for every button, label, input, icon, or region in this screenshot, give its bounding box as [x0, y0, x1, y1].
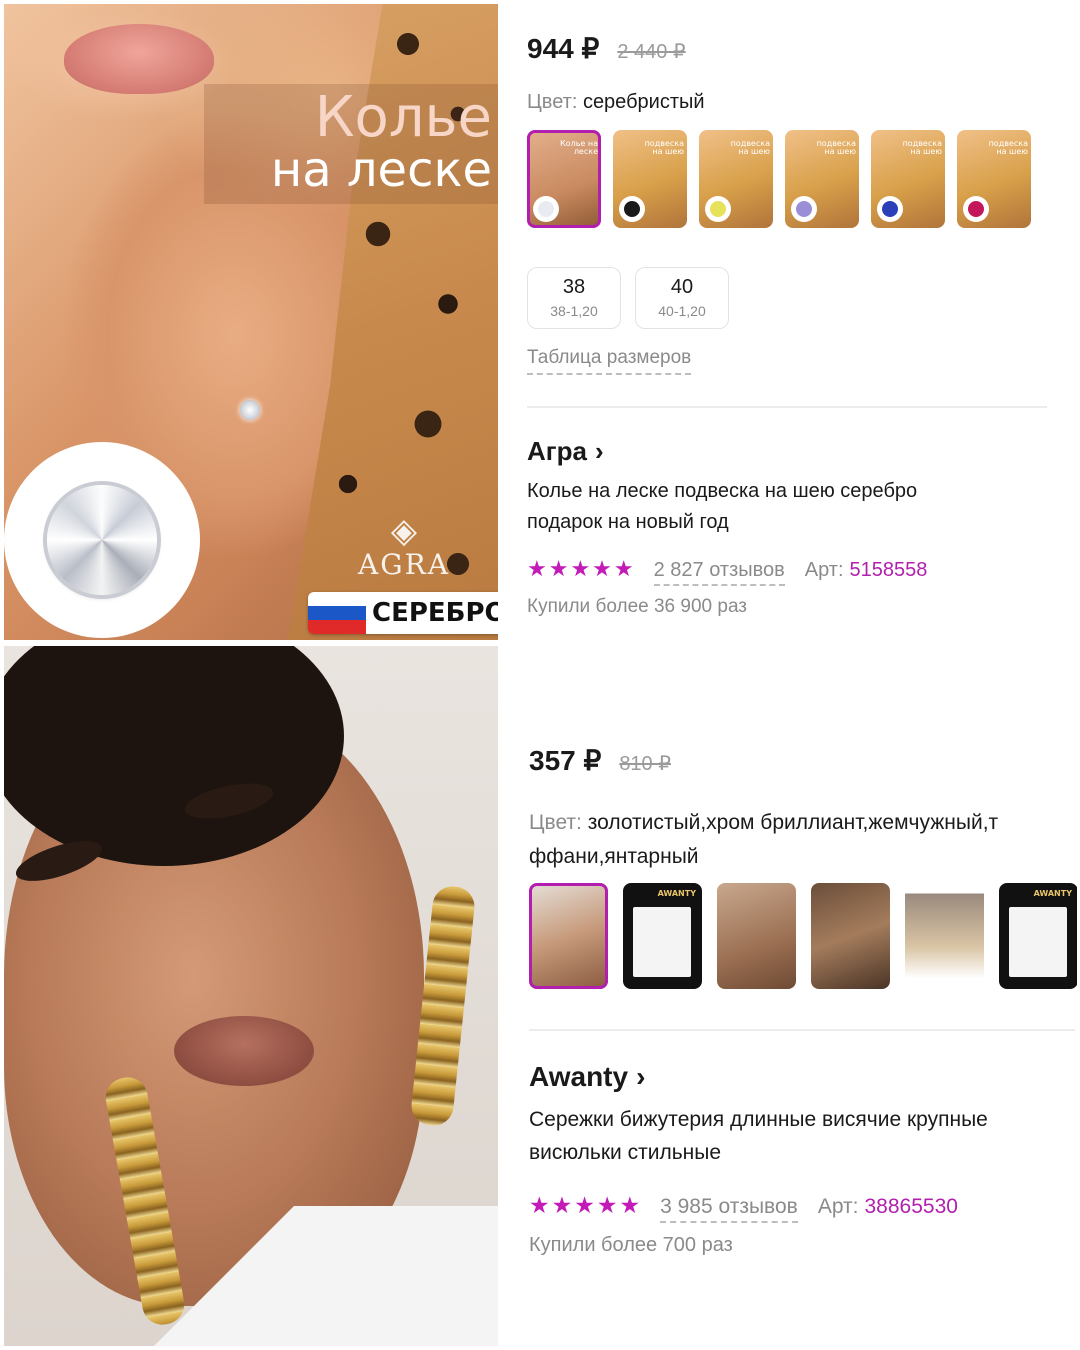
- size-sub: 40-1,20: [658, 303, 706, 319]
- variant-thumbnail[interactable]: [905, 883, 984, 989]
- reviews-link[interactable]: 2 827 отзывов: [653, 559, 785, 586]
- color-label: Цвет:: [529, 811, 582, 834]
- product2-purchase-count: Купили более 700 раз: [529, 1234, 733, 1256]
- title-line: Сережки бижутерия длинные висячие крупны…: [529, 1108, 988, 1131]
- price: 357 ₽: [529, 745, 602, 776]
- chevron-right-icon: ›: [636, 1061, 646, 1092]
- gem-icon: [619, 196, 645, 222]
- divider: [527, 406, 1047, 408]
- thumbnail-caption: подвеска на шею: [902, 139, 942, 156]
- model-lips: [174, 1016, 314, 1086]
- size-table-link[interactable]: Таблица размеров: [527, 347, 692, 375]
- article-number: 5158558: [849, 559, 928, 581]
- product1-brand-link[interactable]: Агра ›: [527, 436, 604, 467]
- rating-stars-icon: ★★★★★: [527, 556, 636, 581]
- product2-rating-row: ★★★★★ 3 985 отзывов Арт: 38865530: [529, 1192, 958, 1223]
- color-value: серебристый: [582, 91, 705, 113]
- variant-thumbnail[interactable]: AWANTY: [999, 883, 1077, 989]
- gem-icon: [533, 196, 559, 222]
- brand-name: Awanty: [529, 1061, 629, 1092]
- thumbnail-caption: подвеска на шею: [730, 139, 770, 156]
- variant-thumbnail[interactable]: подвеска на шею: [957, 130, 1031, 228]
- agra-logo-text: AGRA: [358, 548, 450, 581]
- silver-badge-text: СЕРЕБРО: [366, 592, 498, 634]
- color-value-cont: ффани,янтарный: [529, 844, 699, 868]
- product1-color-line: Цвет: серебристый: [527, 91, 705, 114]
- old-price: 810 ₽: [619, 753, 671, 775]
- thumbnail-caption: AWANTY: [657, 889, 696, 898]
- article-number: 38865530: [864, 1195, 958, 1218]
- size-sub: 38-1,20: [550, 303, 598, 319]
- gem-icon: [877, 196, 903, 222]
- variant-thumbnail[interactable]: подвеска на шею: [699, 130, 773, 228]
- price: 944 ₽: [527, 33, 600, 64]
- article-label: Арт:: [817, 1195, 859, 1218]
- thumbnail-caption: Колье на леске: [560, 139, 598, 156]
- rating-stars-icon: ★★★★★: [529, 1192, 643, 1218]
- earring-card: [633, 907, 691, 977]
- divider: [529, 1029, 1075, 1031]
- photo-title-line2: на леске: [270, 142, 492, 198]
- product-photo-necklace[interactable]: Колье на леске ◈ AGRA СЕРЕБРО: [4, 4, 498, 640]
- size-selector: 38 38-1,20 40 40-1,20: [527, 267, 729, 329]
- product-photo-earrings[interactable]: [4, 646, 498, 1346]
- title-line: висюльки стильные: [529, 1140, 722, 1164]
- russia-flag-icon: [308, 592, 366, 634]
- size-option-38[interactable]: 38 38-1,20: [527, 267, 621, 329]
- pendant-closeup: [4, 442, 200, 638]
- photo-title-line1: Колье: [314, 85, 492, 150]
- old-price: 2 440 ₽: [617, 41, 686, 63]
- size-main: 40: [670, 276, 694, 298]
- thumbnail-caption: подвеска на шею: [644, 139, 684, 156]
- variant-thumbnail[interactable]: подвеска на шею: [785, 130, 859, 228]
- product1-rating-row: ★★★★★ 2 827 отзывов Арт: 5158558: [527, 556, 927, 586]
- product2-color-line: Цвет: золотистый,хром бриллиант,жемчужны…: [529, 806, 998, 873]
- thumbnail-caption: подвеска на шею: [816, 139, 856, 156]
- article-label: Арт:: [804, 559, 844, 581]
- product2-variant-thumbnails: AWANTY AWANTY: [529, 883, 1077, 989]
- photo-title: Колье на леске: [270, 85, 492, 198]
- product2-brand-link[interactable]: Awanty ›: [529, 1061, 645, 1093]
- thumbnail-caption: подвеска на шею: [988, 139, 1028, 156]
- product1-price-row: 944 ₽ 2 440 ₽: [527, 32, 686, 65]
- brand-name: Агра: [527, 436, 587, 466]
- thumbnail-caption: AWANTY: [1033, 889, 1072, 898]
- variant-thumbnail[interactable]: подвеска на шею: [871, 130, 945, 228]
- title-line: подарок на новый год: [527, 511, 729, 533]
- variant-thumbnail[interactable]: подвеска на шею: [613, 130, 687, 228]
- color-label: Цвет:: [527, 91, 578, 113]
- variant-thumbnail[interactable]: [529, 883, 608, 989]
- gem-icon: [791, 196, 817, 222]
- variant-thumbnail[interactable]: AWANTY: [623, 883, 702, 989]
- product1-title: Колье на леске подвеска на шею серебро п…: [527, 476, 917, 538]
- product2-price-row: 357 ₽ 810 ₽: [529, 744, 671, 777]
- agra-logo-icon: ◈: [390, 512, 418, 550]
- chevron-right-icon: ›: [594, 436, 604, 466]
- agra-logo: ◈ AGRA: [344, 514, 464, 581]
- earring-card: [1009, 907, 1067, 977]
- product1-variant-thumbnails: Колье на леске подвеска на шею подвеска на…: [527, 130, 1047, 228]
- size-option-40[interactable]: 40 40-1,20: [635, 267, 729, 329]
- variant-thumbnail[interactable]: [717, 883, 796, 989]
- silver-badge: СЕРЕБРО: [308, 592, 498, 634]
- variant-thumbnail[interactable]: Колье на леске: [527, 130, 601, 228]
- crystal-icon: [47, 485, 157, 595]
- pendant-on-neck: [240, 400, 260, 420]
- color-value: золотистый,хром бриллиант,жемчужный,т: [587, 811, 999, 834]
- variant-thumbnail[interactable]: [811, 883, 890, 989]
- product2-title: Сережки бижутерия длинные висячие крупны…: [529, 1104, 988, 1169]
- reviews-link[interactable]: 3 985 отзывов: [660, 1195, 798, 1223]
- title-line: Колье на леске подвеска на шею серебро: [527, 480, 918, 502]
- model-lips: [64, 24, 214, 94]
- gem-icon: [705, 196, 731, 222]
- product1-purchase-count: Купили более 36 900 раз: [527, 596, 748, 617]
- size-main: 38: [562, 276, 586, 298]
- gem-icon: [963, 196, 989, 222]
